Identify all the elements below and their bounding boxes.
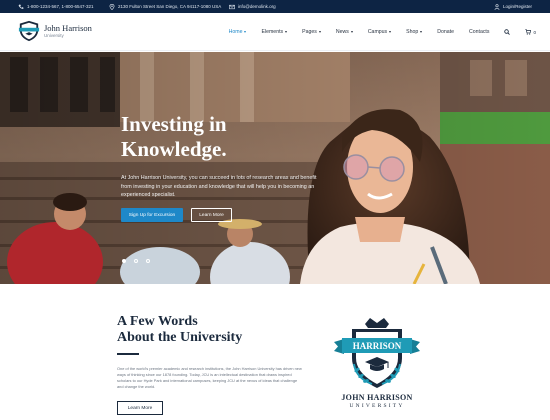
hero-title: Investing in Knowledge. xyxy=(121,112,227,162)
cart-button[interactable]: 0 xyxy=(525,29,536,35)
sign-up-excursion-button[interactable]: Sign Up for Excursion xyxy=(121,208,183,222)
mail-icon xyxy=(229,4,235,9)
crest-banner-text: HARRISON xyxy=(353,341,402,351)
chevron-down-icon xyxy=(389,31,392,33)
main-nav: Home Elements Pages News Campus Shop Don… xyxy=(214,13,536,51)
cart-count: 0 xyxy=(533,29,536,35)
chevron-down-icon xyxy=(420,31,423,33)
nav-home-label: Home xyxy=(228,29,243,35)
logo-title: John Harrison xyxy=(44,22,92,33)
slider-dot-2[interactable] xyxy=(134,259,138,263)
login-register-text: Login/Register xyxy=(502,4,532,9)
topbar-phone-text: 1-800-1234-567, 1-800-6547-321 xyxy=(27,4,94,9)
hero-background-photo xyxy=(0,52,550,284)
harrison-crest-logo: HARRISON xyxy=(334,318,420,388)
slider-dot-1[interactable] xyxy=(122,259,126,263)
chevron-down-icon xyxy=(318,31,321,33)
nav-campus-label: Campus xyxy=(367,29,388,35)
nav-contacts[interactable]: Contacts xyxy=(469,29,489,35)
nav-contacts-label: Contacts xyxy=(469,29,490,35)
topbar-phone[interactable]: 1-800-1234-567, 1-800-6547-321 xyxy=(18,0,94,13)
nav-elements[interactable]: Elements xyxy=(261,29,288,35)
about-heading-line1: A Few Words xyxy=(117,314,198,329)
nav-donate-label: Donate xyxy=(437,29,454,35)
user-icon xyxy=(494,3,500,10)
topbar-address[interactable]: 2130 Fulton Street San Diego, CA 94117-1… xyxy=(109,0,221,13)
nav-donate[interactable]: Donate xyxy=(437,29,454,35)
hero-title-line1: Investing in xyxy=(121,112,227,136)
hero-description: At John Harrison University, you can suc… xyxy=(121,175,317,198)
nav-news[interactable]: News xyxy=(336,29,353,35)
slider-pagination xyxy=(122,259,158,263)
location-pin-icon xyxy=(109,3,115,10)
login-register-link[interactable]: Login/Register xyxy=(494,0,532,13)
topbar-email-text: info@demolink.org xyxy=(238,4,276,9)
topbar-address-text: 2130 Fulton Street San Diego, CA 94117-1… xyxy=(118,4,222,9)
search-button[interactable] xyxy=(504,29,511,35)
cart-icon xyxy=(525,29,532,35)
nav-elements-label: Elements xyxy=(261,29,284,35)
search-icon xyxy=(504,29,511,35)
nav-pages[interactable]: Pages xyxy=(302,29,321,35)
logo-subtitle: University xyxy=(44,32,64,38)
phone-icon xyxy=(18,4,24,9)
chevron-down-icon xyxy=(285,31,288,33)
about-heading-line2: About the University xyxy=(117,330,243,345)
nav-shop-label: Shop xyxy=(406,29,419,35)
chevron-down-icon xyxy=(350,31,353,33)
hero-title-line2: Knowledge. xyxy=(121,137,227,161)
hero-slider: Investing in Knowledge. At John Harrison… xyxy=(0,52,550,284)
crest-university-name: JOHN HARRISON xyxy=(341,393,413,402)
heading-divider xyxy=(117,353,139,355)
university-crest-icon xyxy=(18,20,40,42)
slider-dot-3[interactable] xyxy=(146,259,150,263)
site-header: John Harrison University Home Elements P… xyxy=(0,13,550,51)
about-learn-more-button[interactable]: Learn More xyxy=(117,401,163,415)
nav-pages-label: Pages xyxy=(302,29,317,35)
about-heading: A Few Words About the University xyxy=(117,314,242,346)
topbar-email[interactable]: info@demolink.org xyxy=(229,0,276,13)
nav-shop[interactable]: Shop xyxy=(406,29,423,35)
nav-home[interactable]: Home xyxy=(229,29,247,35)
nav-news-label: News xyxy=(335,29,349,35)
chevron-down-icon xyxy=(244,31,247,33)
hero-learn-more-button[interactable]: Learn More xyxy=(191,208,232,222)
nav-campus[interactable]: Campus xyxy=(367,29,392,35)
top-bar: 1-800-1234-567, 1-800-6547-321 2130 Fult… xyxy=(0,0,550,13)
about-description: One of the world's premier academic and … xyxy=(117,366,302,389)
crest-university-subtitle: UNIVERSITY xyxy=(349,403,405,409)
site-logo[interactable]: John Harrison University xyxy=(18,20,92,42)
